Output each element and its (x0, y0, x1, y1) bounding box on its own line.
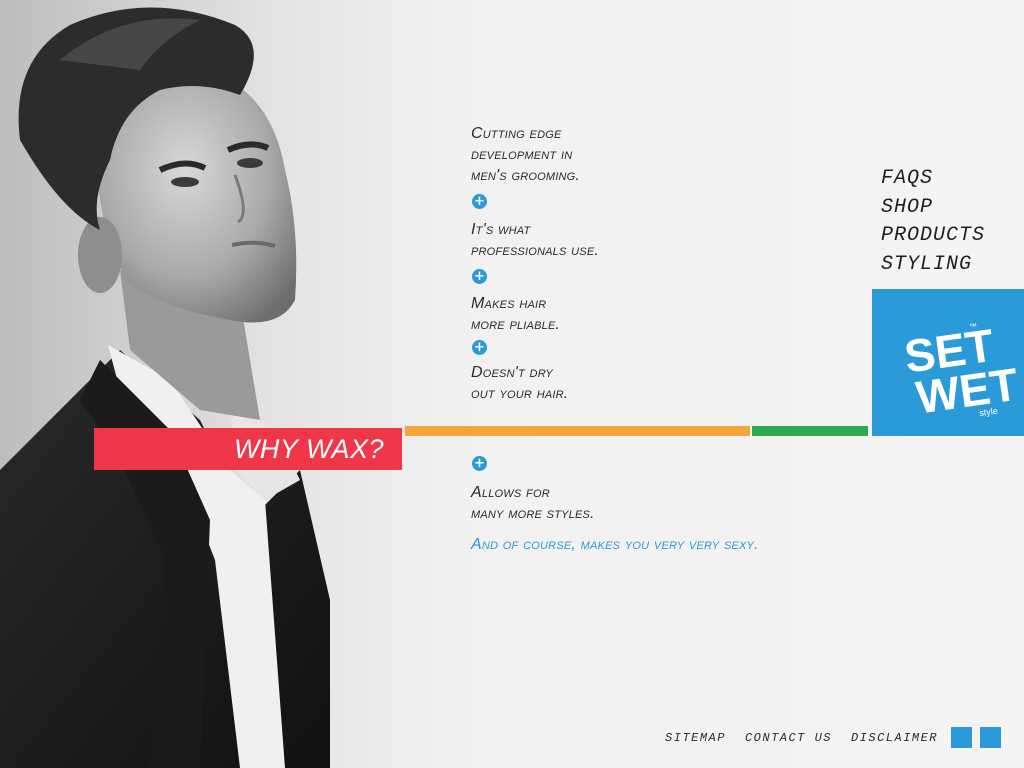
feature-text-3: Makes hair more pliable. (471, 293, 560, 335)
feature-3-line-2: more pliable. (471, 316, 561, 333)
set-wet-logo[interactable]: SET ™ WET style (872, 289, 1024, 436)
feature-text-5: Allows for many more styles. (471, 482, 595, 524)
plus-icon-3[interactable]: + (472, 340, 487, 355)
green-stripe (752, 426, 868, 436)
main-nav: FAQS SHOP PRODUCTS STYLING (881, 165, 985, 279)
why-wax-banner[interactable]: WHY WAX? (94, 428, 402, 470)
logo-trademark: ™ (969, 322, 978, 332)
footer-link-contact-us[interactable]: CONTACT US (745, 731, 832, 745)
feature-text-4: Doesn't dry out your hair. (471, 362, 568, 404)
plus-icon-2[interactable]: + (472, 269, 487, 284)
why-wax-label: WHY WAX? (233, 434, 384, 464)
footer-link-sitemap[interactable]: SITEMAP (665, 731, 726, 745)
feature-5-line-1: Allows for (471, 484, 550, 501)
plus-icon-4[interactable]: + (472, 456, 487, 471)
model-photo (0, 0, 480, 768)
footer-link-disclaimer[interactable]: DISCLAIMER (851, 731, 938, 745)
nav-item-shop[interactable]: SHOP (881, 194, 985, 223)
plus-icon-1[interactable]: + (472, 194, 487, 209)
nav-item-faqs[interactable]: FAQS (881, 165, 985, 194)
feature-2-line-2: professionals use. (471, 242, 600, 259)
feature-4-line-1: Doesn't dry (471, 364, 553, 381)
feature-text-2: It's what professionals use. (471, 219, 599, 261)
nav-item-products[interactable]: PRODUCTS (881, 222, 985, 251)
feature-4-line-2: out your hair. (471, 385, 569, 402)
feature-text-1: Cutting edge development in men's groomi… (471, 123, 580, 186)
feature-1-line-3: men's grooming. (471, 167, 581, 184)
feature-5-line-2: many more styles. (471, 505, 595, 522)
page: Cutting edge development in men's groomi… (0, 0, 1024, 768)
feature-2-line-1: It's what (471, 221, 531, 238)
nav-item-styling[interactable]: STYLING (881, 251, 985, 280)
logo-sub: style (979, 406, 999, 418)
tagline: And of course, makes you very very sexy. (471, 536, 759, 553)
feature-1-line-2: development in (471, 146, 573, 163)
footer-links: SITEMAP CONTACT US DISCLAIMER (665, 731, 938, 745)
footer-square-button-2[interactable] (980, 727, 1001, 748)
feature-3-line-1: Makes hair (471, 295, 547, 312)
orange-stripe (405, 426, 750, 436)
footer-square-button-1[interactable] (951, 727, 972, 748)
feature-1-line-1: Cutting edge (471, 125, 562, 142)
